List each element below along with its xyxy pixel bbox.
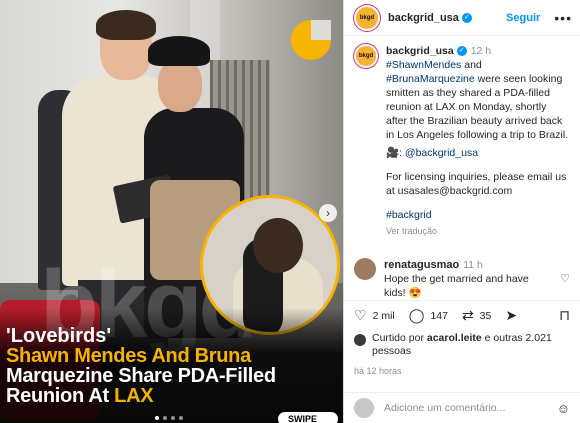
- comment-username[interactable]: renatagusmao: [384, 259, 459, 271]
- hashtag-link[interactable]: #ShawnMendes: [386, 59, 461, 71]
- add-comment-bar: ☺: [344, 392, 580, 423]
- see-translation-link[interactable]: Ver tradução: [386, 224, 570, 238]
- comment-input[interactable]: [384, 402, 547, 414]
- swipe-badge: SWIPE: [278, 412, 338, 423]
- caption: bkgd backgrid_usa ✓ 12 h #ShawnMendes and …: [354, 44, 570, 238]
- send-icon[interactable]: ➤: [505, 307, 517, 324]
- caption-time: 12 h: [470, 45, 492, 57]
- liked-by: Curtido por acarol.leite e outras 2.021 …: [354, 332, 570, 358]
- hashtag-link[interactable]: #backgrid: [386, 208, 570, 222]
- carousel-dot[interactable]: [171, 416, 175, 420]
- heart-outline-icon[interactable]: ♡: [560, 272, 570, 300]
- username[interactable]: backgrid_usa: [388, 12, 459, 24]
- bookmark-icon[interactable]: ⊓: [559, 307, 570, 324]
- avatar[interactable]: bkgd: [354, 4, 380, 31]
- comment-count[interactable]: 147: [430, 310, 448, 322]
- headline: 'Lovebirds' Shawn Mendes And Bruna Marqu…: [6, 326, 336, 406]
- post-details-panel: bkgd backgrid_usa ✓ Seguir ••• bkgd back…: [343, 0, 580, 423]
- liked-by-text: Curtido por acarol.leite e outras 2.021 …: [372, 332, 552, 357]
- caption-licensing: For licensing inquiries, please email us…: [386, 171, 567, 197]
- carousel-dot[interactable]: [163, 416, 167, 420]
- headline-line-1: 'Lovebirds': [6, 325, 112, 347]
- avatar[interactable]: bkgd: [354, 44, 378, 68]
- share-count[interactable]: 35: [480, 310, 492, 322]
- backgrid-logo: [291, 20, 331, 60]
- comment-body: renatagusmao 11 h Hope the get married an…: [384, 258, 552, 300]
- heart-outline-icon[interactable]: ♡: [354, 307, 367, 324]
- comment-text: Hope the get married and have kids! 😍: [384, 273, 529, 299]
- verified-badge-icon: ✓: [456, 46, 467, 57]
- chevron-right-icon[interactable]: ›: [319, 204, 337, 222]
- carousel-dot[interactable]: [155, 416, 159, 420]
- headline-line-3: Marquezine Share PDA-Filled: [6, 365, 276, 387]
- comment-time: 11 h: [463, 259, 483, 271]
- verified-badge-icon: ✓: [461, 12, 472, 23]
- carousel-dot[interactable]: [179, 416, 183, 420]
- post-header: bkgd backgrid_usa ✓ Seguir •••: [344, 0, 580, 36]
- ellipsis-icon[interactable]: •••: [554, 10, 572, 26]
- caption-username[interactable]: backgrid_usa: [386, 45, 454, 57]
- avatar: [354, 398, 374, 418]
- headline-line-4: Reunion At LAX: [6, 385, 154, 407]
- post-media[interactable]: bkgd 'Lovebirds' Shawn Mendes And Bruna …: [0, 0, 343, 423]
- post-timestamp: há 12 horas: [354, 366, 402, 376]
- caption-text: #ShawnMendes and #BrunaMarquezine were s…: [386, 59, 569, 141]
- repost-icon[interactable]: ⇄: [462, 307, 474, 324]
- caption-credit: 🎥: @backgrid_usa: [386, 147, 479, 159]
- avatar[interactable]: [354, 258, 376, 280]
- comment-icon[interactable]: ◯: [409, 307, 425, 324]
- headline-line-2: Shawn Mendes And Bruna: [6, 345, 251, 367]
- liked-by-user[interactable]: acarol.leite: [427, 332, 482, 344]
- follow-button[interactable]: Seguir: [506, 12, 540, 24]
- carousel-dots: [155, 416, 183, 420]
- like-count[interactable]: 2 mil: [373, 310, 395, 322]
- emoji-icon[interactable]: ☺: [557, 401, 570, 416]
- comment: renatagusmao 11 h Hope the get married an…: [354, 258, 570, 300]
- caption-body: backgrid_usa ✓ 12 h #ShawnMendes and #Brun…: [386, 44, 570, 238]
- avatar[interactable]: [354, 334, 366, 346]
- camera-icon: 🎥: [386, 147, 400, 159]
- action-bar: ♡ 2 mil ◯ 147 ⇄ 35 ➤ ⊓: [344, 300, 580, 330]
- hashtag-link[interactable]: #BrunaMarquezine: [386, 73, 475, 85]
